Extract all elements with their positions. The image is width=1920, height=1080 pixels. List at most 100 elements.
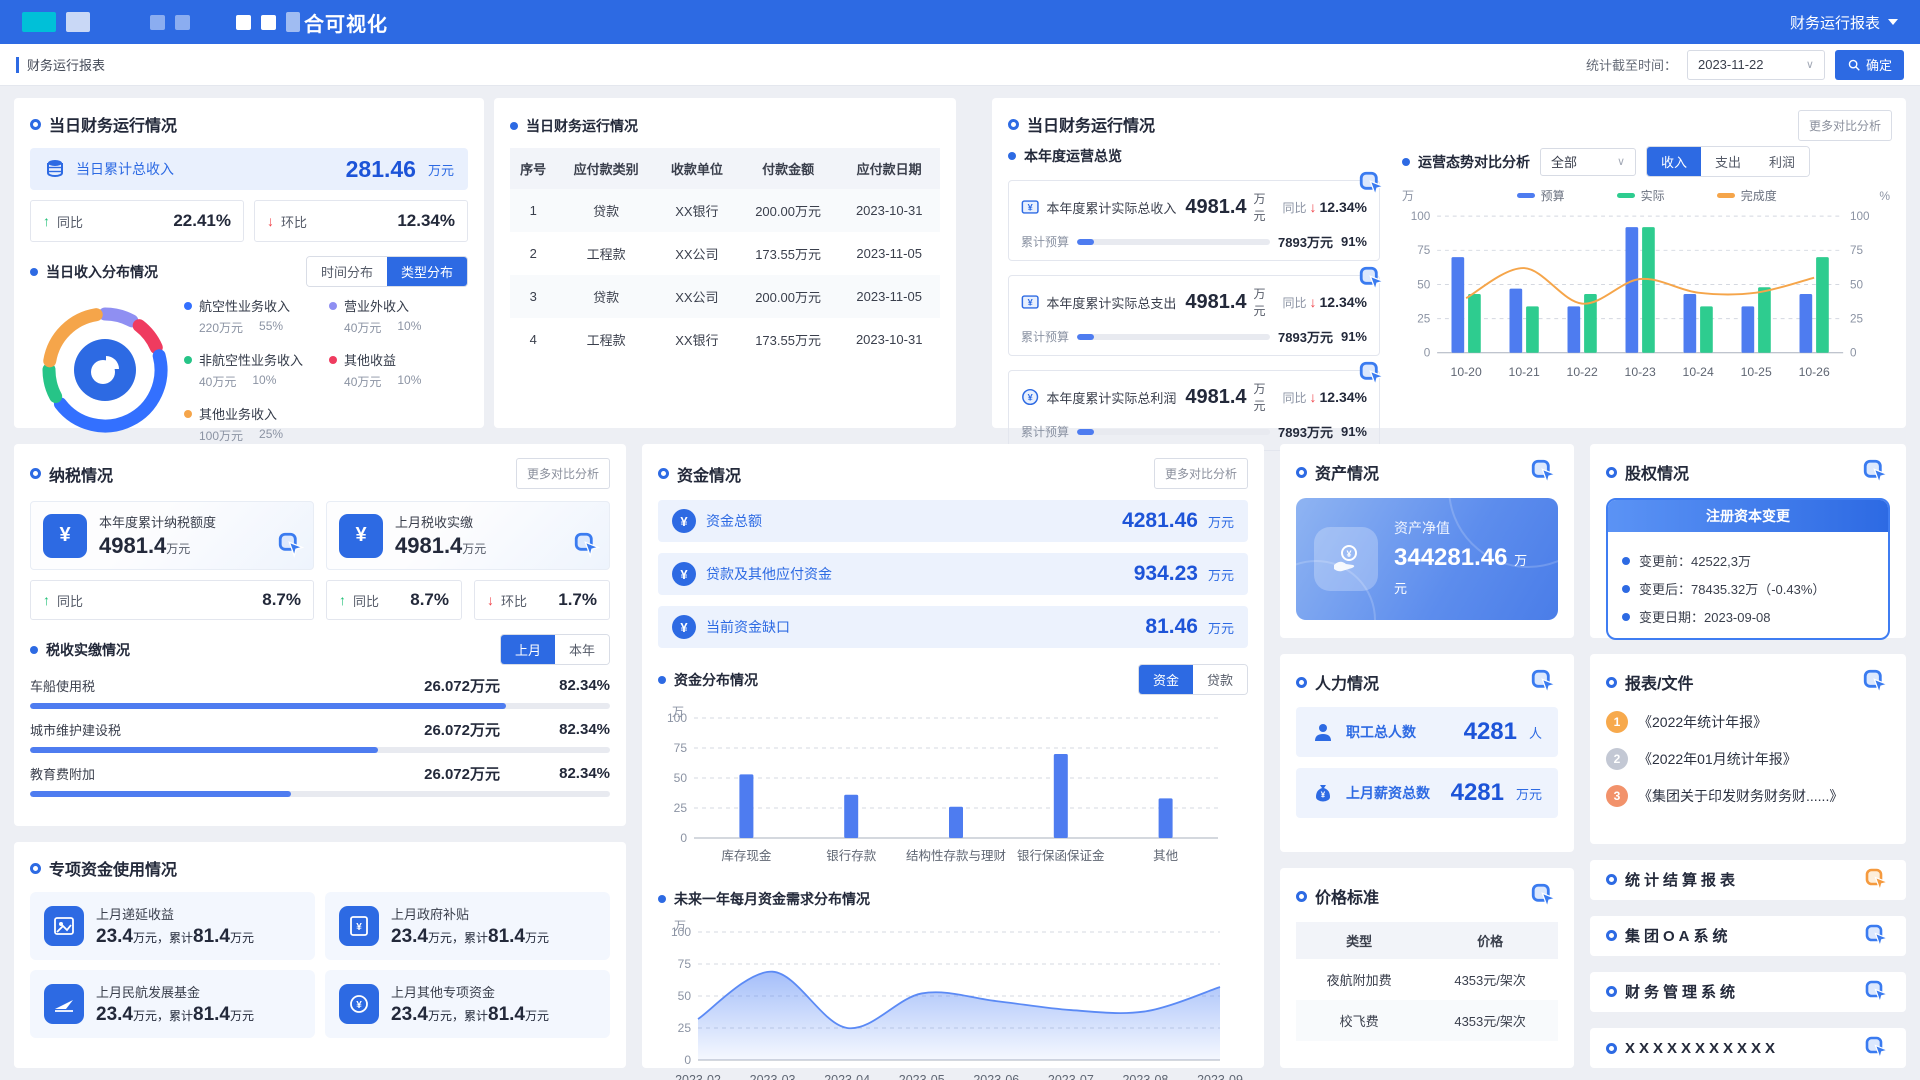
report-link[interactable]: 2 《2022年01月统计年报》 <box>1606 748 1890 770</box>
tab-funds[interactable]: 资金 <box>1139 665 1193 694</box>
card-title: 当日财务运行情况 <box>49 112 177 136</box>
section-ring-icon <box>1296 677 1307 688</box>
svg-text:50: 50 <box>674 771 688 785</box>
deferred-income-icon <box>44 906 84 946</box>
report-link[interactable]: 1 《2022年统计年报》 <box>1606 711 1890 733</box>
section-ring-icon <box>1606 874 1617 885</box>
svg-text:¥: ¥ <box>356 1000 362 1011</box>
fund-gap-row: ¥ 当前资金缺口 81.46万元 <box>658 606 1248 648</box>
tab-income[interactable]: 收入 <box>1647 147 1701 176</box>
cursor-link-icon[interactable] <box>1358 265 1386 293</box>
top-navbar: 合可视化 财务运行报表 <box>0 0 1920 44</box>
more-analysis-button[interactable]: 更多对比分析 <box>516 458 610 489</box>
arrow-up-icon: ↑ <box>43 592 50 608</box>
income-label: 当日累计总收入 <box>76 159 174 179</box>
income-icon: ¥ <box>1021 197 1039 217</box>
stat-date-select[interactable]: 2023-11-22 ∨ <box>1687 50 1825 80</box>
cursor-link-icon[interactable] <box>1864 867 1890 893</box>
svg-text:2023-09: 2023-09 <box>1197 1073 1243 1080</box>
cursor-link-icon[interactable] <box>1862 458 1890 486</box>
link-finance-system[interactable]: 财务管理系统 <box>1590 972 1906 1012</box>
svg-text:银行保函保证金: 银行保函保证金 <box>1017 848 1105 863</box>
card-tax: 纳税情况 更多对比分析 ¥ 本年度累计纳税额度 4981.4万元 ¥ <box>14 444 626 826</box>
section-ring-icon <box>658 468 669 479</box>
app-logo: 合可视化 <box>22 8 388 37</box>
tab-profit[interactable]: 利润 <box>1755 147 1809 176</box>
cursor-link-icon[interactable] <box>1862 668 1890 696</box>
price-table: 类型价格 夜航附加费4353元/架次 校飞费4353元/架次 <box>1296 922 1558 1041</box>
bullet-icon <box>1008 152 1016 160</box>
arrow-up-icon: ↑ <box>339 592 346 608</box>
profit-icon: ¥ <box>1021 387 1039 407</box>
svg-text:¥: ¥ <box>1028 203 1034 213</box>
medal-1-icon: 1 <box>1606 711 1628 733</box>
more-analysis-button[interactable]: 更多对比分析 <box>1154 458 1248 489</box>
link-placeholder[interactable]: XXXXXXXXXXX <box>1590 1028 1906 1068</box>
bullet-icon <box>510 122 518 130</box>
chevron-down-icon <box>1888 19 1898 25</box>
trend-legend: 万 预算 实际 完成度 % <box>1402 187 1890 204</box>
section-ring-icon <box>30 119 41 130</box>
tab-last-month[interactable]: 上月 <box>501 635 555 664</box>
tab-expense[interactable]: 支出 <box>1701 147 1755 176</box>
card-payables-table: 当日财务运行情况 序号 应付款类别 收款单位 付款金额 应付款日期 1贷款XX银… <box>494 98 956 428</box>
capital-change-box: 注册资本变更 变更前：42522,3万 变更后：78435.32万（-0.43%… <box>1606 498 1890 640</box>
bullet-icon <box>30 268 38 276</box>
legend-swatch <box>1717 193 1735 198</box>
svg-text:100: 100 <box>1411 210 1431 223</box>
yoy-box: ↑ 同比 22.41% <box>30 200 244 242</box>
link-oa-system[interactable]: 集团OA系统 <box>1590 916 1906 956</box>
tab-loans[interactable]: 贷款 <box>1193 665 1247 694</box>
cursor-link-icon[interactable] <box>1864 1035 1890 1061</box>
budget-progress <box>1077 429 1270 435</box>
special-fund-tile: ¥ 上月政府补贴 23.4万元，累计81.4万元 <box>325 892 610 960</box>
svg-text:0: 0 <box>1850 347 1857 360</box>
cursor-link-icon[interactable] <box>1358 170 1386 198</box>
toolbar: 财务运行报表 统计截至时间： 2023-11-22 ∨ 确定 <box>0 44 1920 86</box>
aviation-fund-icon <box>44 984 84 1024</box>
cursor-link-icon[interactable] <box>1358 360 1386 388</box>
funds-distribution-chart: 万0255075100库存现金银行存款结构性存款与理财银行保函保证金其他 <box>658 701 1248 879</box>
tab-this-year[interactable]: 本年 <box>555 635 609 664</box>
money-bag-icon: ¥ <box>1312 782 1334 804</box>
link-statistical-report[interactable]: 统计结算报表 <box>1590 860 1906 900</box>
stat-total-profit: ¥ 本年度累计实际总利润 4981.4 万元 同比↓12.34% 累计预算 78… <box>1008 370 1380 451</box>
breadcrumb-accent <box>16 57 19 73</box>
trend-tabs: 收入 支出 利润 <box>1646 146 1810 177</box>
yuan-frame-icon: ¥ <box>672 615 696 639</box>
svg-text:2023-08: 2023-08 <box>1122 1073 1168 1080</box>
table-row: 校飞费4353元/架次 <box>1296 1000 1558 1041</box>
cursor-link-icon[interactable] <box>277 531 305 559</box>
trend-filter-select[interactable]: 全部 ∨ <box>1540 148 1636 176</box>
legend-item: 其他收益 40万元10% <box>329 350 421 390</box>
tax-stat-annual: ¥ 本年度累计纳税额度 4981.4万元 <box>30 501 314 570</box>
cursor-link-icon[interactable] <box>1530 458 1558 486</box>
logo-block <box>261 15 276 30</box>
cursor-link-icon[interactable] <box>1864 979 1890 1005</box>
tab-type-distribution[interactable]: 类型分布 <box>387 257 467 286</box>
confirm-button[interactable]: 确定 <box>1835 50 1904 80</box>
report-link[interactable]: 3 《集团关于印发财务财务财......》 <box>1606 785 1890 807</box>
receipt-icon: ¥ <box>339 514 383 558</box>
breadcrumb-label: 财务运行报表 <box>27 55 105 74</box>
fund-loan-row: ¥ 贷款及其他应付资金 934.23万元 <box>658 553 1248 595</box>
funds-toggle: 资金 贷款 <box>1138 664 1248 695</box>
svg-text:¥: ¥ <box>1028 298 1034 308</box>
table-row: 1贷款XX银行200.00万元2023-10-31 <box>510 189 940 232</box>
more-analysis-button[interactable]: 更多对比分析 <box>1798 110 1892 141</box>
cursor-link-icon[interactable] <box>573 531 601 559</box>
cursor-link-icon[interactable] <box>1530 882 1558 910</box>
legend-swatch <box>1517 193 1535 198</box>
subsection-title: 运营态势对比分析 <box>1418 152 1530 172</box>
svg-text:10-23: 10-23 <box>1625 365 1656 379</box>
stat-date-value: 2023-11-22 <box>1698 57 1764 72</box>
subsection-title: 当日收入分布情况 <box>46 262 158 282</box>
search-icon <box>1847 58 1861 72</box>
list-item: 变更日期：2023-09-08 <box>1622 607 1874 626</box>
svg-text:10-22: 10-22 <box>1567 365 1598 379</box>
cursor-link-icon[interactable] <box>1530 668 1558 696</box>
svg-text:0: 0 <box>1424 347 1431 360</box>
cursor-link-icon[interactable] <box>1864 923 1890 949</box>
tab-time-distribution[interactable]: 时间分布 <box>307 257 387 286</box>
module-switcher[interactable]: 财务运行报表 <box>1790 12 1898 33</box>
